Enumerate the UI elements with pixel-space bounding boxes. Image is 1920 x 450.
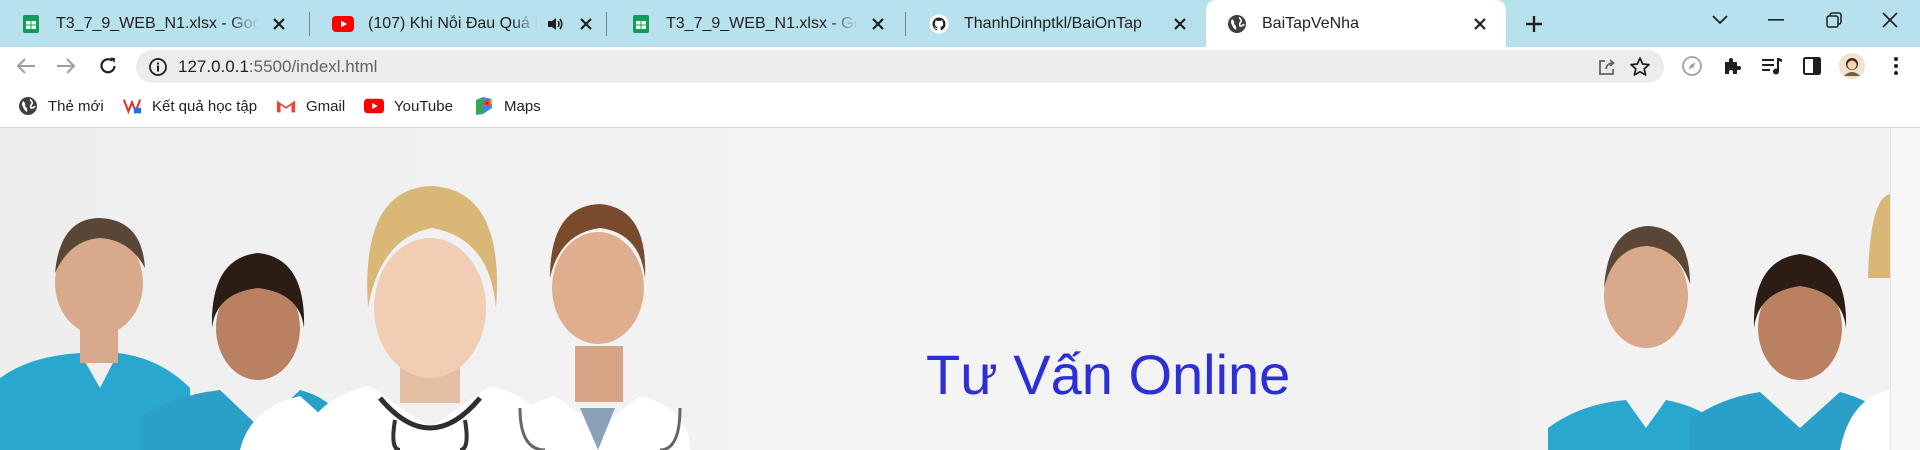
forward-arrow-icon — [57, 58, 76, 74]
media-button[interactable] — [1756, 50, 1788, 82]
minimize-button[interactable] — [1748, 0, 1804, 40]
bookmark-youtube[interactable]: YouTube — [364, 85, 453, 127]
minimize-icon — [1768, 19, 1784, 21]
tab-title: (107) Khi Nỗi Đau Quá Lớn Rồi — [368, 14, 538, 32]
tab-title: T3_7_9_WEB_N1.xlsx - Google Trang tính — [666, 14, 858, 32]
tab-sheets-2[interactable]: T3_7_9_WEB_N1.xlsx - Google Trang tính — [610, 0, 904, 47]
bookmarks-bar: Thẻ mới Kết quả học tập Gmail YouTube Ma… — [0, 85, 1920, 128]
extensions-button[interactable] — [1716, 50, 1748, 82]
school-logo-icon — [122, 96, 142, 116]
tab-separator — [606, 12, 607, 36]
speaker-icon[interactable] — [544, 13, 566, 35]
bookmark-gmail[interactable]: Gmail — [276, 85, 345, 127]
back-button[interactable] — [10, 50, 42, 82]
tab-strip: T3_7_9_WEB_N1.xlsx - Google Trang tính (… — [0, 0, 1920, 47]
kebab-menu-icon — [1894, 57, 1898, 75]
bookmark-new-tab[interactable]: Thẻ mới — [18, 85, 104, 127]
close-icon[interactable] — [574, 12, 598, 36]
gmail-icon — [276, 96, 296, 116]
tab-sheets-1[interactable]: T3_7_9_WEB_N1.xlsx - Google Trang tính — [0, 0, 305, 47]
globe-icon — [1226, 13, 1248, 35]
side-panel-button[interactable] — [1796, 50, 1828, 82]
tab-separator — [309, 12, 310, 36]
plus-icon — [1526, 16, 1542, 32]
tab-title: T3_7_9_WEB_N1.xlsx - Google Trang tính — [56, 14, 259, 32]
address-bar[interactable]: 127.0.0.1:5500/indexl.html — [136, 50, 1664, 83]
close-icon[interactable] — [1168, 12, 1192, 36]
restore-icon — [1826, 12, 1842, 28]
tab-search-button[interactable] — [1692, 0, 1748, 40]
bookmark-label: Kết quả học tập — [152, 97, 258, 115]
url-text: 127.0.0.1:5500/indexl.html — [178, 57, 378, 76]
bookmark-label: Thẻ mới — [48, 97, 104, 115]
profile-avatar[interactable] — [1836, 50, 1868, 82]
youtube-icon — [332, 13, 354, 35]
youtube-icon — [364, 96, 384, 116]
star-icon[interactable] — [1628, 55, 1652, 79]
extension-button[interactable] — [1676, 50, 1708, 82]
bookmark-label: Gmail — [306, 97, 346, 115]
github-icon — [928, 13, 950, 35]
reload-icon — [100, 57, 116, 74]
page-scrollbar[interactable] — [1890, 128, 1920, 450]
share-icon[interactable] — [1596, 56, 1618, 78]
close-icon — [1882, 12, 1898, 28]
info-icon[interactable] — [148, 57, 168, 77]
side-panel-icon — [1803, 57, 1821, 75]
page-viewport: Tư Vấn Online — [0, 128, 1890, 450]
bookmark-label: YouTube — [394, 97, 453, 115]
restore-button[interactable] — [1806, 0, 1862, 40]
tab-title: BaiTapVeNha — [1262, 14, 1359, 32]
bookmark-maps[interactable]: Maps — [474, 85, 541, 127]
maps-icon — [474, 96, 494, 116]
close-icon[interactable] — [1468, 12, 1492, 36]
tab-title: ThanhDinhptkl/BaiOnTap — [964, 14, 1142, 32]
page-title: Tư Vấn Online — [926, 343, 1291, 406]
chevron-down-icon — [1712, 15, 1728, 25]
browser-toolbar: 127.0.0.1:5500/indexl.html — [0, 47, 1920, 85]
reload-button[interactable] — [92, 50, 124, 82]
globe-icon — [18, 96, 38, 116]
tab-youtube[interactable]: (107) Khi Nỗi Đau Quá Lớn Rồi — [312, 0, 612, 47]
tab-separator — [905, 12, 906, 36]
tab-github[interactable]: ThanhDinhptkl/BaiOnTap — [908, 0, 1206, 47]
forward-button[interactable] — [50, 50, 82, 82]
compass-extension-icon — [1682, 56, 1702, 76]
back-arrow-icon — [16, 58, 35, 74]
avatar — [1839, 53, 1865, 79]
playlist-music-icon — [1762, 58, 1782, 75]
bookmark-label: Maps — [504, 97, 541, 115]
close-icon[interactable] — [267, 12, 291, 36]
new-tab-button[interactable] — [1518, 8, 1550, 40]
bookmark-ket-qua-hoc-tap[interactable]: Kết quả học tập — [122, 85, 257, 127]
puzzle-icon — [1725, 58, 1741, 74]
close-window-button[interactable] — [1862, 0, 1918, 40]
menu-button[interactable] — [1880, 50, 1912, 82]
google-sheets-icon — [630, 13, 652, 35]
google-sheets-icon — [20, 13, 42, 35]
close-icon[interactable] — [866, 12, 890, 36]
tab-active[interactable]: BaiTapVeNha — [1206, 0, 1506, 47]
